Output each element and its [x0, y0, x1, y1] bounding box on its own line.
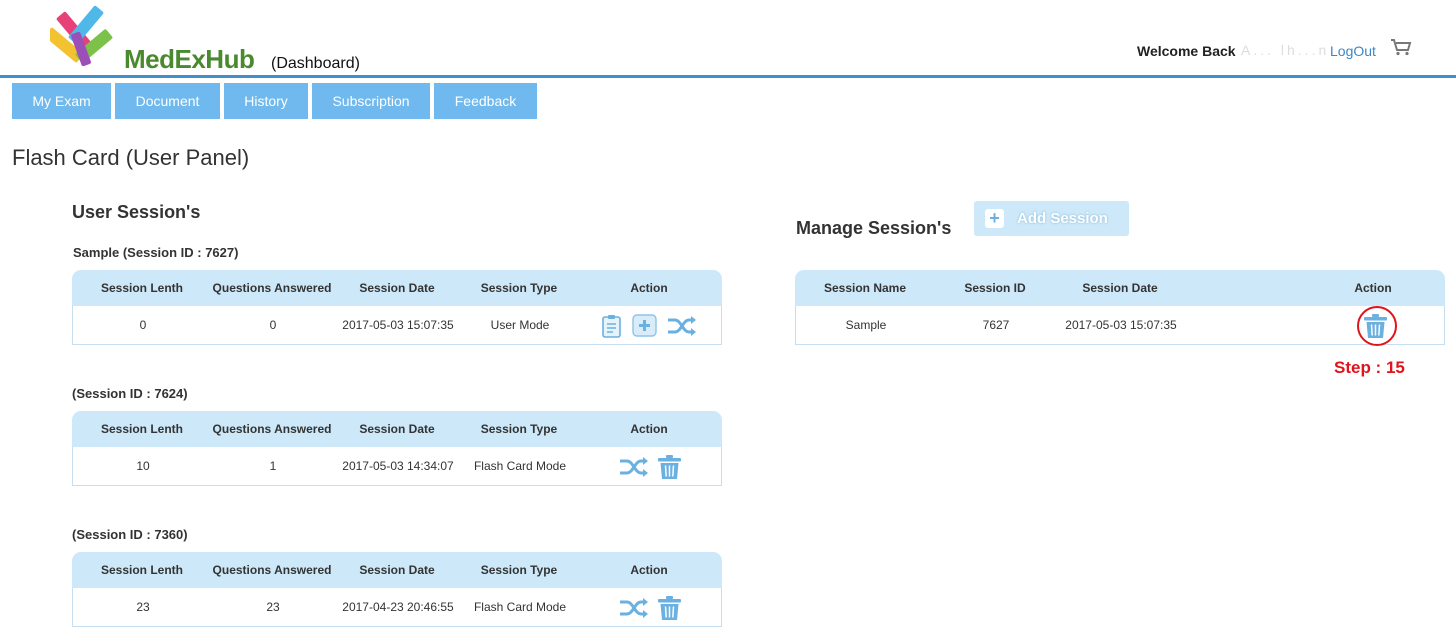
session-type: Flash Card Mode	[473, 459, 567, 473]
tab-history[interactable]: History	[224, 83, 308, 119]
table-header: Session Name Session ID Session Date Act…	[795, 270, 1445, 306]
add-icon[interactable]	[632, 314, 657, 337]
trash-icon[interactable]	[657, 595, 682, 621]
column-header: Questions Answered	[212, 281, 332, 295]
table-header: Session Lenth Questions Answered Session…	[72, 552, 722, 588]
column-header: Session Lenth	[100, 422, 183, 436]
table-row: 23 23 2017-04-23 20:46:55 Flash Card Mod…	[72, 588, 722, 627]
session-date: 2017-05-03 14:34:07	[342, 459, 454, 473]
session-heading: (Session ID : 7624)	[72, 386, 188, 401]
table-header: Session Lenth Questions Answered Session…	[72, 411, 722, 447]
add-session-button[interactable]: + Add Session	[974, 201, 1129, 236]
questions-answered: 23	[266, 600, 280, 614]
column-header: Session ID	[964, 281, 1026, 295]
table-row: 0 0 2017-05-03 15:07:35 User Mode	[72, 306, 722, 345]
username: A... lh...n	[1241, 42, 1330, 58]
column-header: Action	[630, 563, 668, 577]
column-header: Session Date	[359, 281, 435, 295]
tab-feedback[interactable]: Feedback	[434, 83, 537, 119]
session-date: 2017-05-03 15:07:35	[342, 318, 454, 332]
tab-document[interactable]: Document	[115, 83, 220, 119]
column-header: Session Date	[1082, 281, 1158, 295]
tab-subscription[interactable]: Subscription	[312, 83, 430, 119]
session-length: 10	[136, 459, 150, 473]
column-header: Questions Answered	[212, 422, 332, 436]
column-header: Questions Answered	[212, 563, 332, 577]
column-header: Session Lenth	[100, 281, 183, 295]
brand-subtitle: (Dashboard)	[271, 55, 360, 72]
step-label: Step : 15	[1334, 358, 1405, 377]
column-header: Action	[630, 422, 668, 436]
column-header: Session Type	[480, 422, 558, 436]
table-row: Sample 7627 2017-05-03 15:07:35	[795, 306, 1445, 345]
shuffle-icon[interactable]	[619, 457, 649, 477]
session-table: Session Lenth Questions Answered Session…	[72, 552, 722, 627]
session-date: 2017-04-23 20:46:55	[342, 600, 454, 614]
plus-icon: +	[985, 209, 1004, 228]
shuffle-icon[interactable]	[619, 598, 649, 618]
column-header: Session Date	[359, 563, 435, 577]
cart-icon[interactable]	[1390, 38, 1412, 56]
page-title: Flash Card (User Panel)	[12, 145, 250, 170]
column-header: Session Lenth	[100, 563, 183, 577]
column-header: Session Type	[480, 281, 558, 295]
add-session-label: Add Session	[1017, 210, 1108, 227]
session-heading: Sample (Session ID : 7627)	[73, 245, 239, 260]
column-header: Session Name	[823, 281, 907, 295]
column-header: Session Type	[480, 563, 558, 577]
questions-answered: 1	[269, 459, 277, 473]
welcome-text: Welcome Back	[1137, 43, 1236, 59]
session-id: 7627	[982, 318, 1010, 332]
brand-name: MedExHub	[124, 44, 255, 74]
table-row: 10 1 2017-05-03 14:34:07 Flash Card Mode	[72, 447, 722, 486]
session-heading: (Session ID : 7360)	[72, 527, 188, 542]
session-name: Sample	[845, 318, 887, 332]
trash-icon[interactable]	[657, 454, 682, 480]
shuffle-icon[interactable]	[667, 316, 697, 336]
manage-sessions-title: Manage Session's	[796, 218, 952, 238]
column-header: Action	[1354, 281, 1392, 295]
step-highlight-circle	[1357, 306, 1397, 346]
column-header: Action	[630, 281, 668, 295]
logout-link[interactable]: LogOut	[1330, 43, 1376, 59]
user-sessions-title: User Session's	[72, 202, 201, 222]
clipboard-icon[interactable]	[601, 314, 623, 338]
session-length: 23	[136, 600, 150, 614]
medexhub-logo-icon	[50, 5, 113, 67]
session-type: Flash Card Mode	[473, 600, 567, 614]
session-table: Session Lenth Questions Answered Session…	[72, 270, 722, 345]
questions-answered: 0	[269, 318, 277, 332]
table-header: Session Lenth Questions Answered Session…	[72, 270, 722, 306]
manage-session-table: Session Name Session ID Session Date Act…	[795, 270, 1445, 345]
session-type: User Mode	[490, 318, 550, 332]
session-date: 2017-05-03 15:07:35	[1065, 318, 1177, 332]
app-header: MedExHub (Dashboard) Welcome Back A... l…	[0, 0, 1456, 78]
session-table: Session Lenth Questions Answered Session…	[72, 411, 722, 486]
session-length: 0	[139, 318, 147, 332]
tab-my-exam[interactable]: My Exam	[12, 83, 111, 119]
column-header: Session Date	[359, 422, 435, 436]
